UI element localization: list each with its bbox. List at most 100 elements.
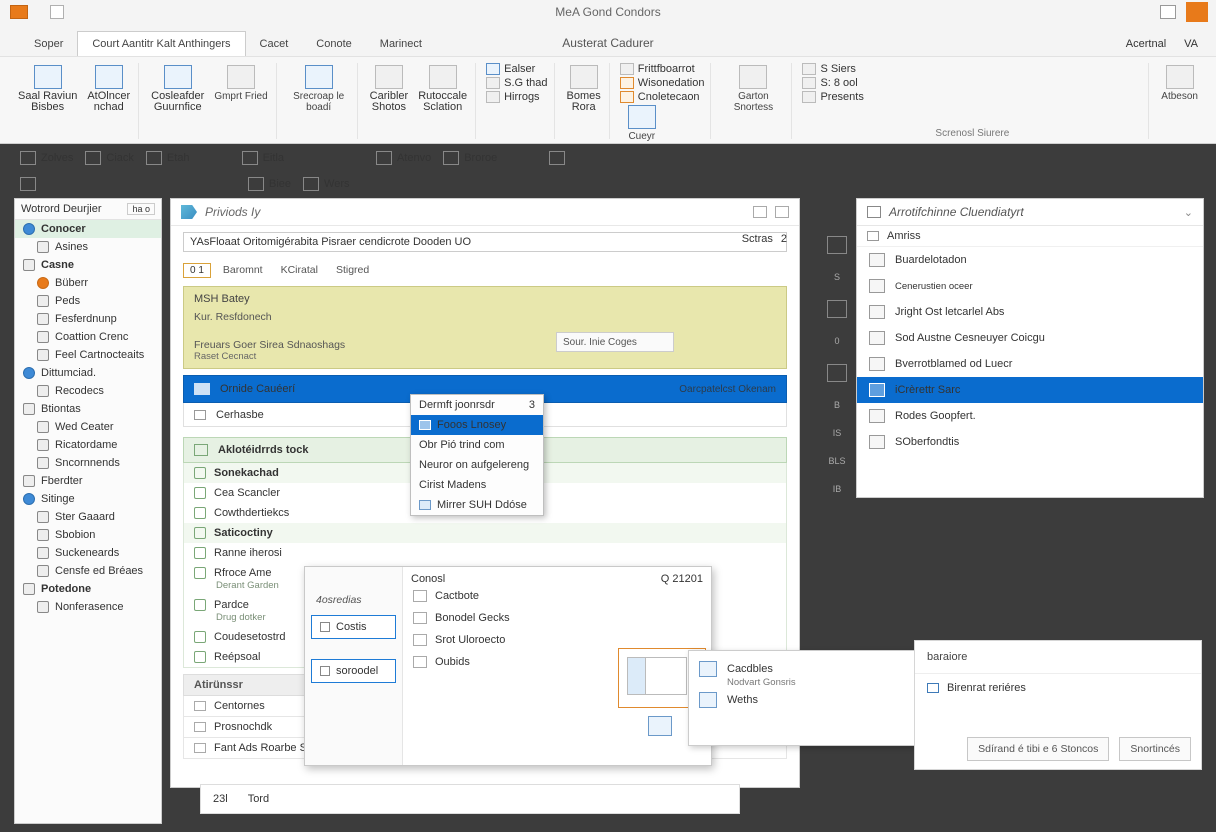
tab-right-1[interactable]: Acertnal bbox=[1126, 38, 1166, 50]
ribbon-btn-garton[interactable]: Garton Snortess bbox=[721, 63, 785, 115]
rpanel-item[interactable]: Buardelotadon bbox=[857, 247, 1203, 273]
nav-item[interactable]: Ster Gaaard bbox=[15, 508, 161, 526]
nav-item[interactable]: Recodecs bbox=[15, 382, 161, 400]
ribbon-small-hirrogs[interactable]: Hirrogs bbox=[486, 91, 547, 103]
ribbon-btn-cosleafder[interactable]: CosleafderGuurnfice bbox=[149, 63, 206, 115]
darkbtn-eitla[interactable]: Eitla bbox=[242, 151, 284, 165]
nav-item[interactable]: Ricatordame bbox=[15, 436, 161, 454]
action-card-btn-1[interactable]: Sdírand é tibi e 6 Stoncos bbox=[967, 737, 1109, 761]
nav-item[interactable]: Sitinge bbox=[15, 490, 161, 508]
rstrip-icon-3[interactable] bbox=[827, 364, 847, 382]
rpanel-item[interactable]: Rodes Goopfert. bbox=[857, 403, 1203, 429]
darkbtn2-wers[interactable]: Wers bbox=[303, 177, 349, 191]
green-item[interactable]: Ranne iherosi bbox=[184, 543, 786, 563]
ribbon-btn-bomes[interactable]: BomesRora bbox=[565, 63, 603, 115]
darkbtn2-icon[interactable] bbox=[20, 177, 36, 191]
ctxmenu-item[interactable]: Neuror on aufgelereng bbox=[411, 455, 543, 475]
tab-active[interactable]: Court Aantitr Kalt Anthingers bbox=[77, 31, 245, 56]
window-control-icon[interactable] bbox=[1160, 5, 1176, 19]
ribbon-small-fritt[interactable]: Frittfboarrot bbox=[620, 63, 705, 75]
chooser-row[interactable]: Bonodel Gecks bbox=[411, 607, 703, 629]
rpanel-item[interactable]: Cenerustien oceer bbox=[857, 273, 1203, 299]
nav-item[interactable]: Büberr bbox=[15, 274, 161, 292]
nav-item[interactable]: Feel Cartnocteaits bbox=[15, 346, 161, 364]
ribbon-btn-cueyr[interactable]: Cueyr bbox=[626, 103, 658, 144]
rstrip-icon-1[interactable] bbox=[827, 236, 847, 254]
chevron-down-icon[interactable]: ⌄ bbox=[1184, 206, 1193, 219]
darkbtn-ciack[interactable]: Ciack bbox=[85, 151, 134, 165]
external-source-button[interactable]: Sour. Inie Coges bbox=[556, 332, 674, 352]
center-tab-3[interactable]: Stigred bbox=[330, 262, 375, 278]
ribbon-small-presents[interactable]: Presents bbox=[802, 91, 863, 103]
center-action-icon[interactable] bbox=[753, 206, 767, 218]
green-item[interactable]: Saticoctiny bbox=[184, 523, 786, 543]
nav-item[interactable]: Casne bbox=[15, 256, 161, 274]
center-tab-2[interactable]: KCiratal bbox=[275, 262, 324, 278]
darkbtn-zolves[interactable]: Zolves bbox=[20, 151, 73, 165]
ribbon-small-cnolet[interactable]: Cnoletecaon bbox=[620, 91, 705, 103]
ctxmenu-item[interactable]: Mirrer SUH Ddóse bbox=[411, 495, 543, 515]
rpanel-item[interactable]: Bverrotblamed od Luecr bbox=[857, 351, 1203, 377]
darkbtn-house-icon[interactable] bbox=[549, 151, 565, 165]
nav-item[interactable]: Coattion Crenc bbox=[15, 328, 161, 346]
darkbtn2-biee[interactable]: Biee bbox=[248, 177, 291, 191]
darkbtn-atenvo[interactable]: Atenvo bbox=[376, 151, 431, 165]
ribbon-btn-atolncer[interactable]: AtOlncernchad bbox=[85, 63, 132, 115]
nav-item[interactable]: Dittumciad. bbox=[15, 364, 161, 382]
nav-item[interactable]: Btiontas bbox=[15, 400, 161, 418]
action-card-btn-2[interactable]: Snortincés bbox=[1119, 737, 1191, 761]
chooser-side-btn-1[interactable]: Costis bbox=[311, 615, 396, 639]
nav-item[interactable]: Suckeneards bbox=[15, 544, 161, 562]
nav-item[interactable]: Censfe ed Bréaes bbox=[15, 562, 161, 580]
ribbon-small-ealser[interactable]: Ealser bbox=[486, 63, 547, 75]
nav-item[interactable]: Conocer bbox=[15, 220, 161, 238]
ribbon-btn-saalraviun[interactable]: Saal RaviunBisbes bbox=[16, 63, 79, 115]
ribbon-btn-rutoccale[interactable]: RutoccaleSclation bbox=[416, 63, 469, 115]
ctxmenu-item[interactable]: Cirist Madens bbox=[411, 475, 543, 495]
status-b: Tord bbox=[248, 793, 269, 805]
tab-file[interactable]: Soper bbox=[20, 32, 77, 56]
ribbon-group-8: Garton Snortess bbox=[715, 63, 792, 139]
rpanel-item[interactable]: Jright Ost letcarlel Abs bbox=[857, 299, 1203, 325]
nav-item[interactable]: Fberdter bbox=[15, 472, 161, 490]
tab-4[interactable]: Conote bbox=[302, 32, 365, 56]
rpanel-item[interactable]: Sod Austne Cesneuyer Coicgu bbox=[857, 325, 1203, 351]
center-close-icon[interactable] bbox=[775, 206, 789, 218]
ctxmenu-item[interactable]: Obr Pió trind com bbox=[411, 435, 543, 455]
center-tab-pill[interactable]: 0 1 bbox=[183, 263, 211, 278]
ribbon-btn-caribler[interactable]: CariblerShotos bbox=[368, 63, 411, 115]
tab-3[interactable]: Cacet bbox=[246, 32, 303, 56]
darkbtn-broroe[interactable]: Broroe bbox=[443, 151, 497, 165]
center-tab-1[interactable]: Baromnt bbox=[217, 262, 269, 278]
ribbon-small-siers[interactable]: S Siers bbox=[802, 63, 863, 75]
ribbon-btn-gmprt[interactable]: Gmprt Fried bbox=[212, 63, 269, 115]
rpanel-item[interactable]: iCrèrettr Sarc bbox=[857, 377, 1203, 403]
rstrip-icon-2[interactable] bbox=[827, 300, 847, 318]
tab-right-2[interactable]: VA bbox=[1184, 38, 1198, 50]
rpanel-item[interactable]: SOberfondtis bbox=[857, 429, 1203, 455]
nav-item[interactable]: Nonferasence bbox=[15, 598, 161, 616]
path-input[interactable]: YAsFloaat Oritomigérabita Pisraer cendic… bbox=[183, 232, 787, 252]
action-card-link[interactable]: Birenrat reriéres bbox=[915, 674, 1201, 702]
ribbon-small-wison[interactable]: Wisonedation bbox=[620, 77, 705, 89]
ribbon-btn-atbeson[interactable]: Atbeson bbox=[1159, 63, 1200, 104]
nav-item[interactable]: Sncornnends bbox=[15, 454, 161, 472]
ribbon-small-sgthad[interactable]: S.G thad bbox=[486, 77, 547, 89]
nav-item[interactable]: Sbobion bbox=[15, 526, 161, 544]
ribbon-small-8ool[interactable]: S: 8 ool bbox=[802, 77, 863, 89]
nav-item[interactable]: Potedone bbox=[15, 580, 161, 598]
nav-item[interactable]: Peds bbox=[15, 292, 161, 310]
darkbtn-etah[interactable]: Etah bbox=[146, 151, 190, 165]
chooser-zoom[interactable]: Q 21201 bbox=[661, 573, 703, 585]
nav-item[interactable]: Wed Ceater bbox=[15, 418, 161, 436]
tab-5[interactable]: Marinect bbox=[366, 32, 436, 56]
ctxmenu-item[interactable]: Fooos Lnosey bbox=[411, 415, 543, 435]
chooser-side-btn-2[interactable]: soroodel bbox=[311, 659, 396, 683]
help-icon[interactable] bbox=[1186, 2, 1208, 22]
nav-item[interactable]: Fesferdnunp bbox=[15, 310, 161, 328]
chooser-row[interactable]: Cactbote bbox=[411, 585, 703, 607]
nav-item[interactable]: Asines bbox=[15, 238, 161, 256]
filter-label[interactable]: Sctras bbox=[742, 233, 773, 245]
quickaccess-icon[interactable] bbox=[50, 5, 64, 19]
ribbon-btn-srecroap[interactable]: Srecroap le boadí bbox=[287, 63, 351, 115]
